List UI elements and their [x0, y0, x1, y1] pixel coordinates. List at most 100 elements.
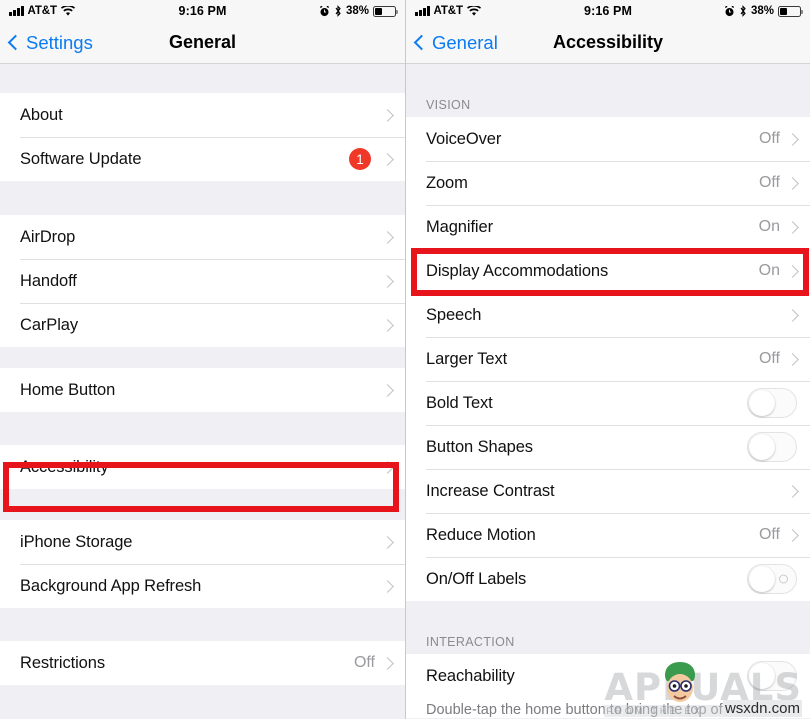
chevron-right-icon — [786, 484, 799, 498]
battery-icon — [373, 5, 399, 17]
row-label: Bold Text — [426, 393, 493, 412]
chevron-right-icon — [381, 579, 394, 593]
row-label: About — [20, 105, 63, 124]
row-airdrop[interactable]: AirDrop — [0, 215, 405, 259]
settings-group-interaction: Reachability Double-tap the home button … — [406, 654, 810, 718]
settings-group-vision: VoiceOver Off Zoom Off Magnifier On Disp… — [406, 117, 810, 601]
status-bar-right-group: 38% — [724, 5, 804, 17]
row-value: On — [758, 218, 780, 235]
row-bold-text[interactable]: Bold Text — [406, 381, 810, 425]
toggle-on-off-labels[interactable] — [747, 564, 797, 594]
off-label-indicator-icon — [779, 574, 788, 584]
chevron-right-icon — [381, 656, 394, 670]
chevron-right-icon — [786, 308, 799, 322]
chevron-right-icon — [381, 274, 394, 288]
row-label: Reachability — [426, 666, 515, 685]
right-phone-screen: AT&T 9:16 PM 38% General Accessibility V… — [405, 0, 810, 719]
row-label: Increase Contrast — [426, 481, 555, 500]
left-phone-screen: AT&T 9:16 PM 38% Settings General About … — [0, 0, 405, 719]
row-label: VoiceOver — [426, 129, 502, 148]
row-label: Reduce Motion — [426, 525, 536, 544]
toggle-button-shapes[interactable] — [747, 432, 797, 462]
reachability-footnote: Double-tap the home button to bring the … — [426, 702, 795, 718]
row-about[interactable]: About — [0, 93, 405, 137]
row-voiceover[interactable]: VoiceOver Off — [406, 117, 810, 161]
chevron-left-icon — [7, 34, 24, 51]
accessibility-list[interactable]: VISION VoiceOver Off Zoom Off Magnifier … — [406, 64, 810, 719]
row-home-button[interactable]: Home Button — [0, 368, 405, 412]
settings-group-connectivity: AirDrop Handoff CarPlay — [0, 215, 405, 347]
row-handoff[interactable]: Handoff — [0, 259, 405, 303]
row-value: Off — [758, 350, 780, 367]
row-label: AirDrop — [20, 227, 76, 246]
row-label: Background App Refresh — [20, 576, 202, 595]
settings-list-left[interactable]: About Software Update 1 AirDrop Handoff — [0, 64, 405, 719]
row-label: Restrictions — [20, 653, 105, 672]
chevron-right-icon — [786, 220, 799, 234]
row-display-accommodations[interactable]: Display Accommodations On — [406, 249, 810, 293]
nav-bar-right: General Accessibility — [406, 22, 810, 64]
dual-screenshot-container: AT&T 9:16 PM 38% Settings General About … — [0, 0, 810, 719]
settings-group-storage: iPhone Storage Background App Refresh — [0, 520, 405, 608]
chevron-right-icon — [381, 108, 394, 122]
row-magnifier[interactable]: Magnifier On — [406, 205, 810, 249]
status-bar-left: AT&T 9:16 PM 38% — [0, 0, 405, 22]
toggle-reachability[interactable] — [747, 661, 797, 691]
row-background-app-refresh[interactable]: Background App Refresh — [0, 564, 405, 608]
row-iphone-storage[interactable]: iPhone Storage — [0, 520, 405, 564]
row-label: On/Off Labels — [426, 569, 527, 588]
row-value: Off — [353, 654, 375, 671]
nav-bar-left: Settings General — [0, 22, 405, 64]
row-accessibility[interactable]: Accessibility — [0, 445, 405, 489]
status-bar-right-group: 38% — [319, 5, 399, 17]
row-zoom[interactable]: Zoom Off — [406, 161, 810, 205]
row-speech[interactable]: Speech — [406, 293, 810, 337]
chevron-right-icon — [786, 528, 799, 542]
battery-percent-label: 38% — [750, 5, 774, 17]
bluetooth-icon — [335, 5, 341, 17]
chevron-right-icon — [381, 535, 394, 549]
row-label: Speech — [426, 305, 482, 324]
row-button-shapes[interactable]: Button Shapes — [406, 425, 810, 469]
row-reduce-motion[interactable]: Reduce Motion Off — [406, 513, 810, 557]
back-button-settings[interactable]: Settings — [7, 31, 93, 54]
section-header-interaction: INTERACTION — [426, 635, 515, 649]
chevron-right-icon — [381, 460, 394, 474]
row-on-off-labels[interactable]: On/Off Labels — [406, 557, 810, 601]
alarm-clock-icon — [724, 5, 735, 16]
status-badge: 1 — [349, 148, 371, 170]
chevron-right-icon — [786, 352, 799, 366]
row-larger-text[interactable]: Larger Text Off — [406, 337, 810, 381]
row-label: Display Accommodations — [426, 261, 609, 280]
row-label: Zoom — [426, 173, 468, 192]
row-value: Off — [758, 526, 780, 543]
chevron-right-icon — [786, 176, 799, 190]
chevron-right-icon — [381, 230, 394, 244]
settings-group-home-button: Home Button — [0, 368, 405, 412]
row-label: CarPlay — [20, 315, 78, 334]
back-button-general[interactable]: General — [413, 31, 498, 54]
row-software-update[interactable]: Software Update 1 — [0, 137, 405, 181]
row-value: Off — [758, 130, 780, 147]
row-label: Software Update — [20, 149, 142, 168]
settings-group-accessibility: Accessibility — [0, 445, 405, 489]
row-carplay[interactable]: CarPlay — [0, 303, 405, 347]
alarm-clock-icon — [319, 5, 330, 16]
row-label: Magnifier — [426, 217, 493, 236]
row-label: Button Shapes — [426, 437, 533, 456]
status-bar-right: AT&T 9:16 PM 38% — [406, 0, 810, 22]
bluetooth-icon — [740, 5, 746, 17]
back-button-label: Settings — [26, 31, 93, 53]
row-label: Larger Text — [426, 349, 508, 368]
settings-group-restrictions: Restrictions Off — [0, 641, 405, 685]
section-header-vision: VISION — [426, 98, 471, 112]
row-label: Handoff — [20, 271, 77, 290]
row-restrictions[interactable]: Restrictions Off — [0, 641, 405, 685]
toggle-bold-text[interactable] — [747, 388, 797, 418]
row-increase-contrast[interactable]: Increase Contrast — [406, 469, 810, 513]
row-label: Accessibility — [20, 457, 109, 476]
row-label: Home Button — [20, 380, 116, 399]
row-reachability[interactable]: Reachability — [406, 654, 810, 698]
back-button-label: General — [432, 31, 498, 53]
chevron-right-icon — [381, 383, 394, 397]
